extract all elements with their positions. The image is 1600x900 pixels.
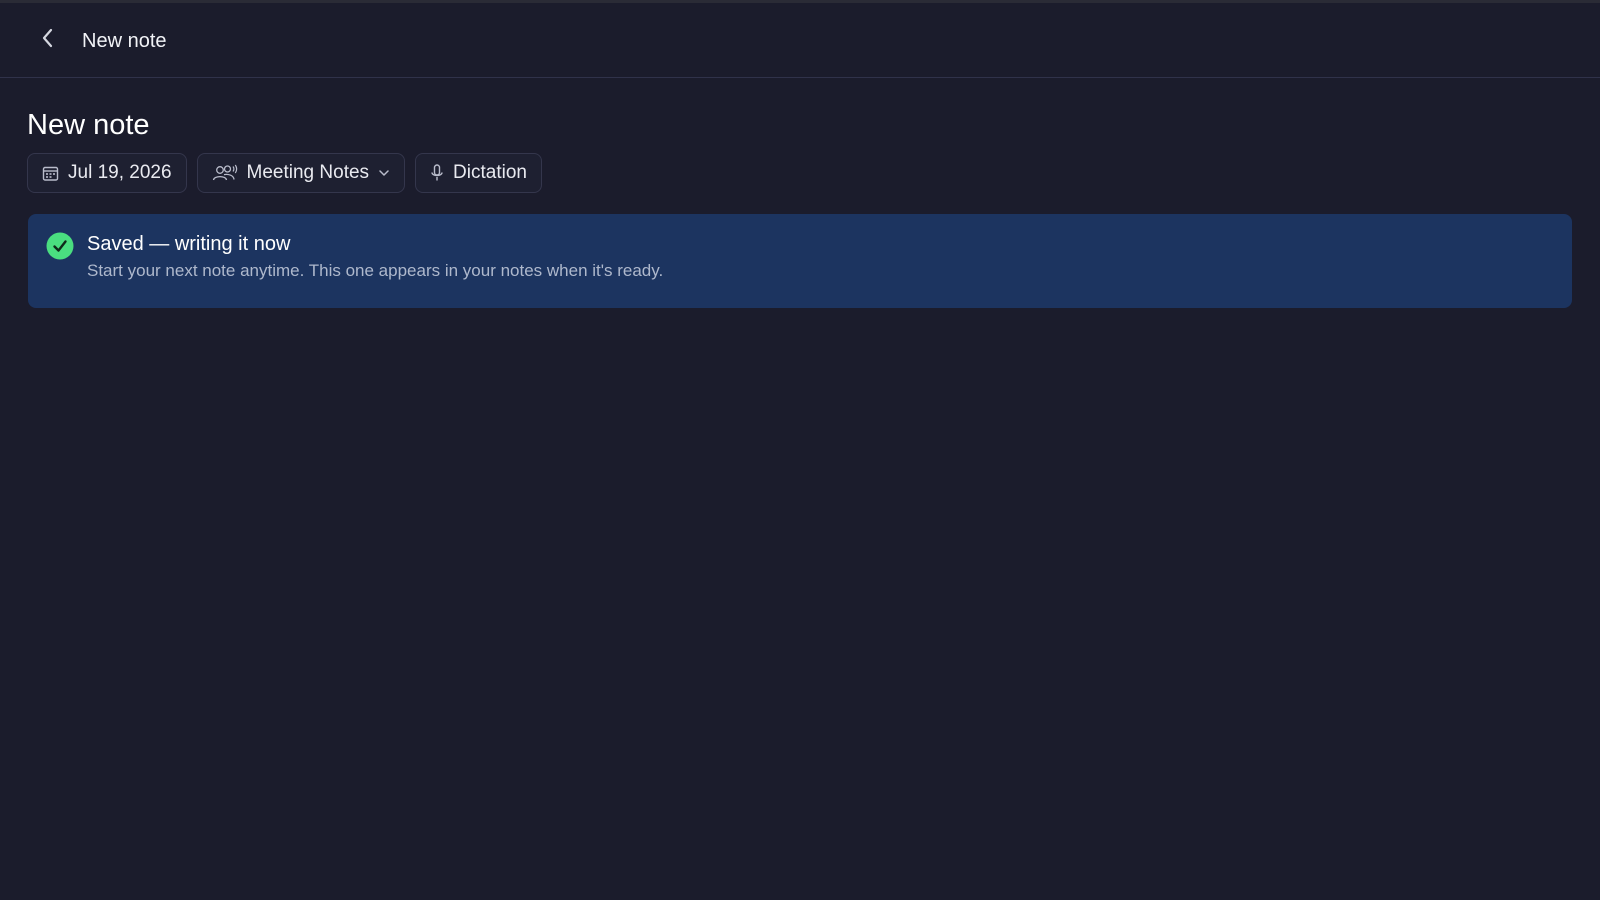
date-chip[interactable]: Jul 19, 2026 [27,153,187,193]
chevron-left-icon [40,27,56,54]
dictation-label: Dictation [453,162,527,183]
saved-status-banner: Saved — writing it now Start your next n… [28,214,1572,308]
date-label: Jul 19, 2026 [68,162,172,183]
banner-title: Saved — writing it now [87,233,291,255]
template-dropdown[interactable]: Meeting Notes [196,153,406,193]
people-icon [212,164,238,182]
back-button[interactable] [34,25,62,55]
dictation-chip[interactable]: Dictation [415,153,542,193]
note-meta-chips: Jul 19, 2026 Meeting Notes Dictation [27,153,542,193]
page-title: New note [27,109,150,141]
microphone-icon [430,164,444,182]
top-bar: New note [0,3,1600,78]
check-circle-icon [46,232,74,260]
template-label: Meeting Notes [246,162,370,183]
header-title: New note [82,30,167,52]
chevron-down-icon [378,168,390,178]
calendar-icon [42,165,59,182]
banner-message: Start your next note anytime. This one a… [87,261,664,280]
